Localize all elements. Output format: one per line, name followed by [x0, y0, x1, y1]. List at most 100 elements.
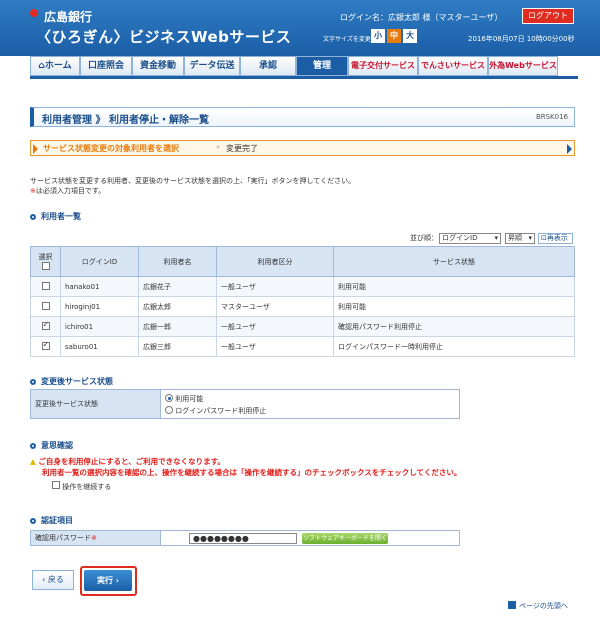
page-title: 利用者管理 》 利用者停止・解除一覧: [42, 115, 209, 126]
sort-controls: 並び順：: [410, 233, 438, 243]
table-row: ichiro01広銀一郎一般ユーザ確認用パスワード利用停止: [30, 316, 575, 337]
sort-label: 並び順：: [410, 234, 438, 242]
bank-name: 広島銀行: [44, 10, 93, 24]
chevron-right-icon: ›: [115, 576, 120, 585]
section-bullet-icon: [30, 379, 36, 385]
col-login-id: ログインID: [60, 246, 139, 277]
font-medium-button[interactable]: 中: [387, 29, 401, 43]
change-status-label: 変更後サービス状態: [31, 390, 161, 418]
table-row: saburo01広銀三郎一般ユーザログインパスワード一時利用停止: [30, 336, 575, 357]
cell-service-status: 利用可能: [333, 296, 575, 317]
select-all-checkbox[interactable]: [41, 261, 50, 270]
nav-fund-transfer[interactable]: 資金移動: [132, 56, 184, 76]
nav-approval[interactable]: 承認: [240, 56, 296, 76]
warning-message: ▲ ご自身を利用停止にすると、ご利用できなくなります。 利用者一覧の選択内容を確…: [30, 457, 462, 477]
cell-user-type: 一般ユーザ: [216, 276, 334, 297]
cell-user-name: 広銀三郎: [138, 336, 217, 357]
required-note: ※は必須入力項目です。: [30, 186, 105, 196]
cell-user-type: 一般ユーザ: [216, 336, 334, 357]
cell-service-status: ログインパスワード一時利用停止: [333, 336, 575, 357]
col-select: 選択: [30, 246, 61, 277]
cell-user-name: 広銀一郎: [138, 316, 217, 337]
row-select-cell: [30, 276, 61, 297]
chevron-left-icon: ‹: [42, 575, 46, 584]
step-current: サービス状態変更の対象利用者を選択: [43, 144, 179, 153]
required-note-text: は必須入力項目です。: [35, 187, 106, 195]
table-row: hanako01 広銀花子 一般ユーザ 利用可能: [30, 276, 575, 297]
nav-underline: [30, 76, 578, 79]
row-checkbox[interactable]: [41, 320, 50, 330]
global-nav: ⌂ホーム 口座照会 資金移動 データ伝送 承認 管理 電子交付サービス でんさい…: [30, 56, 558, 76]
nav-densai[interactable]: でんさいサービス: [418, 56, 488, 76]
table-header-row: 選択 ログインID 利用者名 利用者区分 サービス状態: [30, 246, 575, 277]
col-user-name: 利用者名: [138, 246, 217, 277]
instruction-text: サービス状態を変更する利用者、変更後のサービス状態を選択の上、「実行」ボタンを押…: [30, 177, 356, 185]
section-bullet-icon: [30, 214, 36, 220]
status-option-available[interactable]: 利用可能: [165, 394, 203, 404]
row-checkbox[interactable]: [41, 281, 50, 290]
change-status-form: 変更後サービス状態 利用可能 ログインパスワード利用停止: [30, 389, 460, 419]
users-section-heading: 利用者一覧: [30, 211, 81, 222]
page-title-bar: 利用者管理 》 利用者停止・解除一覧 BRSK016: [30, 107, 575, 127]
warning-icon: ▲: [30, 457, 36, 466]
section-bullet-icon: [30, 518, 36, 524]
table-row: hiroginj01 広銀太郎 マスターユーザ 利用可能: [30, 296, 575, 317]
sort-field-select[interactable]: ログインID ▾: [439, 233, 501, 244]
col-user-type: 利用者区分: [216, 246, 334, 277]
password-label: 確認用パスワード ※: [31, 531, 161, 545]
screen-id: BRSK016: [535, 113, 568, 121]
nav-account-inquiry[interactable]: 口座照会: [80, 56, 132, 76]
cell-user-type: マスターユーザ: [216, 296, 334, 317]
to-top-link[interactable]: ページの先頭へ: [508, 601, 568, 611]
cell-service-status: 確認用パスワード利用停止: [333, 316, 575, 337]
row-checkbox[interactable]: [41, 340, 50, 350]
back-button[interactable]: ‹ 戻る: [32, 570, 74, 590]
continue-checkbox[interactable]: [52, 481, 60, 489]
step-separator-icon: »: [216, 143, 221, 151]
col-service-status: サービス状態: [333, 246, 575, 277]
nav-forex[interactable]: 外為Webサービス: [488, 56, 558, 76]
sort-order-select[interactable]: 昇順 ▾: [505, 233, 535, 244]
font-large-button[interactable]: 大: [403, 29, 417, 43]
cell-service-status: 利用可能: [333, 276, 575, 297]
nav-home[interactable]: ⌂ホーム: [30, 56, 80, 76]
font-size-label: 文字サイズを変更: [323, 36, 371, 43]
bank-logo-icon: [30, 9, 38, 17]
current-datetime: 2016年08月07日 10時00分00秒: [468, 35, 575, 43]
row-select-cell: [30, 336, 61, 357]
software-keyboard-button[interactable]: ソフトウェアキーボードを開く: [302, 533, 388, 544]
cell-user-type: 一般ユーザ: [216, 316, 334, 337]
cell-login-id: ichiro01: [60, 316, 139, 337]
row-select-cell: [30, 316, 61, 337]
cell-user-name: 広銀太郎: [138, 296, 217, 317]
font-small-button[interactable]: 小: [371, 29, 385, 43]
chevron-down-icon: ▾: [528, 234, 532, 242]
execute-button[interactable]: 実行 ›: [84, 570, 132, 591]
auth-section-heading: 認証項目: [30, 515, 73, 526]
nav-management[interactable]: 管理: [296, 56, 348, 76]
header-bar: 広島銀行 〈ひろぎん〉ビジネスWebサービス ログイン名：広銀太郎 様（マスター…: [0, 0, 600, 56]
service-name: 〈ひろぎん〉ビジネスWebサービス: [36, 28, 292, 46]
step-right-arrow-icon: [567, 144, 572, 154]
logout-button[interactable]: ログアウト: [522, 8, 574, 24]
step-left-arrow-icon: [33, 144, 38, 154]
row-checkbox[interactable]: [41, 301, 50, 310]
step-indicator: サービス状態変更の対象利用者を選択 » 変更完了: [30, 140, 575, 156]
redisplay-button[interactable]: ⊡再表示: [538, 233, 573, 244]
cell-login-id: hiroginj01: [60, 296, 139, 317]
nav-data-transmission[interactable]: データ伝送: [184, 56, 240, 76]
change-section-heading: 変更後サービス状態: [30, 376, 113, 387]
cell-user-name: 広銀花子: [138, 276, 217, 297]
status-option-suspend[interactable]: ログインパスワード利用停止: [165, 406, 266, 416]
password-field[interactable]: ●●●●●●●●: [189, 533, 297, 544]
nav-e-delivery[interactable]: 電子交付サービス: [348, 56, 418, 76]
radio-available[interactable]: [165, 394, 173, 402]
row-select-cell: [30, 296, 61, 317]
continue-operation[interactable]: 操作を継続する: [52, 481, 111, 492]
step-next: 変更完了: [226, 144, 258, 153]
auth-form: 確認用パスワード ※ ●●●●●●●● ソフトウェアキーボードを開く: [30, 530, 460, 546]
arrow-up-icon: [508, 601, 516, 609]
cell-login-id: hanako01: [60, 276, 139, 297]
radio-suspend[interactable]: [165, 406, 173, 414]
confirm-section-heading: 意思確認: [30, 440, 73, 451]
